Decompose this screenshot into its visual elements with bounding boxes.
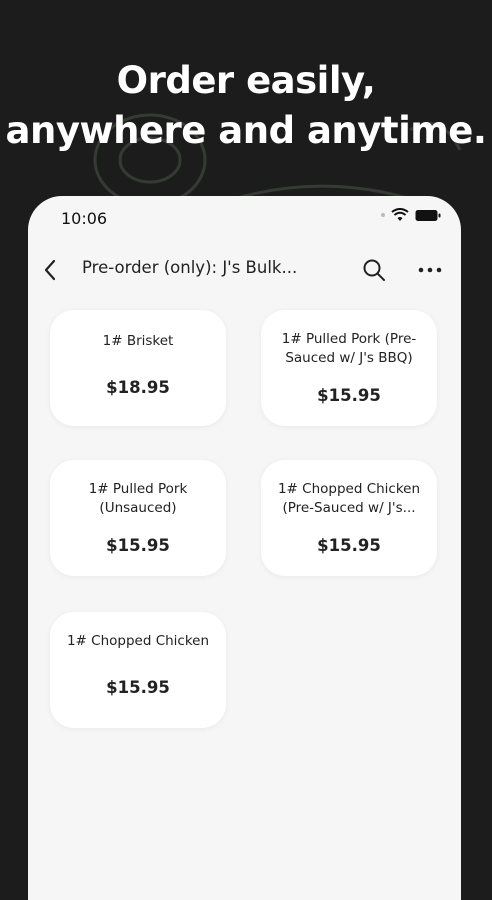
headline-line-2: anywhere and anytime. <box>5 109 487 152</box>
promo-screen: Order easily, anywhere and anytime. 10:0… <box>0 0 492 900</box>
product-card-chopped-chicken[interactable]: 1# Chopped Chicken $15.95 <box>50 612 226 728</box>
status-icons <box>381 208 441 222</box>
search-button[interactable] <box>356 252 392 288</box>
product-card-chopped-chicken-sauced[interactable]: 1# Chopped Chicken (Pre-Sauced w/ J's...… <box>261 460 437 576</box>
more-options-button[interactable] <box>412 252 448 288</box>
status-time: 10:06 <box>61 209 108 228</box>
product-card-pulled-pork-unsauced[interactable]: 1# Pulled Pork (Unsauced) $15.95 <box>50 460 226 576</box>
nav-bar: Pre-order (only): J's Bulk... <box>28 248 461 292</box>
product-card-pulled-pork-sauced[interactable]: 1# Pulled Pork (Pre- Sauced w/ J's BBQ) … <box>261 310 437 426</box>
product-name: 1# Pulled Pork (Unsauced) <box>88 481 188 516</box>
product-name: 1# Brisket <box>102 333 174 349</box>
product-price: $15.95 <box>106 678 170 697</box>
product-name: 1# Chopped Chicken (Pre-Sauced w/ J's... <box>277 481 421 516</box>
product-price: $15.95 <box>317 536 381 555</box>
product-price: $15.95 <box>106 536 170 555</box>
headline-line-1: Order easily, <box>116 59 376 102</box>
product-name: 1# Pulled Pork (Pre- Sauced w/ J's BBQ) <box>281 331 417 366</box>
store-title: Pre-order (only): J's Bulk... <box>82 258 298 277</box>
product-price: $18.95 <box>106 378 170 397</box>
product-card-brisket[interactable]: 1# Brisket $18.95 <box>50 310 226 426</box>
product-name: 1# Chopped Chicken <box>66 633 210 649</box>
search-icon <box>363 259 385 281</box>
status-dot <box>381 213 385 217</box>
promo-headline: Order easily, anywhere and anytime. <box>0 56 492 156</box>
phone-screen: 10:06 Pre-order (only): J's Bulk... 1# B… <box>28 196 461 900</box>
back-button[interactable] <box>32 252 68 288</box>
battery-icon <box>415 209 441 221</box>
status-bar: 10:06 <box>28 196 461 240</box>
chevron-left-icon <box>44 259 56 281</box>
wifi-icon <box>391 208 409 221</box>
more-horizontal-icon <box>418 267 442 273</box>
product-price: $15.95 <box>317 386 381 405</box>
